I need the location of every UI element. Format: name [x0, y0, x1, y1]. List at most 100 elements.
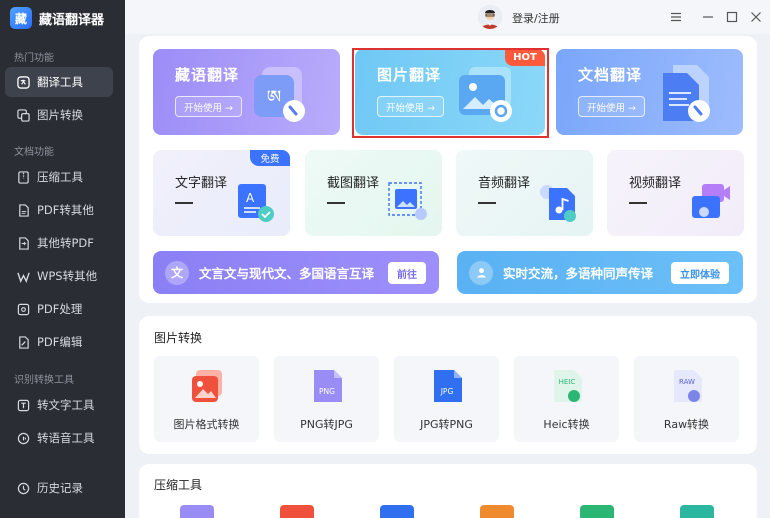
try-now-button[interactable]: 立即体验 — [671, 262, 729, 284]
sidebar-item-to-text[interactable]: 转文字工具 — [5, 390, 113, 420]
pdf-edit-icon — [17, 335, 30, 349]
tool-label: 图片格式转换 — [173, 418, 240, 431]
sidebar: 藏 藏语翻译器 热门功能 翻译工具 图片转换 文档功能 压缩工具 PDF转其他 … — [0, 0, 125, 518]
sidebar-item-pdf-to-other[interactable]: PDF转其他 — [5, 195, 113, 225]
card-dash — [327, 202, 345, 204]
svg-text:JPG: JPG — [440, 387, 454, 396]
card-title: 文档翻译 — [578, 66, 643, 84]
login-register-link[interactable]: 登录/注册 — [512, 10, 560, 26]
heic-convert-tool[interactable]: HEIC Heic转换 — [514, 356, 619, 442]
simultaneous-interpretation-banner[interactable]: 实时交流，多语种同声传译 立即体验 — [457, 251, 743, 294]
card-title: 音频翻译 — [478, 176, 531, 191]
sidebar-item-pdf-edit[interactable]: PDF编辑 — [5, 327, 113, 357]
image-format-convert-tool[interactable]: 图片格式转换 — [154, 356, 259, 442]
sidebar-item-label: PDF处理 — [37, 302, 83, 316]
sidebar-item-label: WPS转其他 — [37, 269, 98, 283]
close-icon[interactable] — [748, 9, 764, 25]
text-convert-icon — [17, 399, 30, 412]
card-title: 视频翻译 — [629, 176, 682, 191]
sidebar-item-pdf-process[interactable]: PDF处理 — [5, 294, 113, 324]
card-title: 藏语翻译 — [175, 66, 240, 84]
audio-file-icon — [540, 185, 576, 222]
audio-translate-card[interactable]: 音频翻译 — [456, 150, 593, 236]
brand: 藏 藏语翻译器 — [10, 6, 104, 30]
compress-tool-peek[interactable] — [180, 505, 214, 518]
minimize-icon[interactable] — [700, 9, 716, 25]
text-document-icon: A — [238, 184, 274, 222]
compress-tool-peek[interactable] — [480, 505, 514, 518]
title-bar: 登录/注册 — [125, 0, 770, 34]
sidebar-item-label: PDF编辑 — [37, 335, 83, 349]
go-button[interactable]: 前往 — [388, 262, 426, 284]
sidebar-item-compress[interactable]: 压缩工具 — [5, 162, 113, 192]
sidebar-section-title: 文档功能 — [14, 147, 54, 158]
sidebar-item-history[interactable]: 历史记录 — [5, 473, 113, 503]
start-button[interactable]: 开始使用 → — [175, 96, 242, 117]
tibetan-translate-card[interactable]: 藏语翻译 开始使用 → ཨ — [153, 49, 340, 135]
jpg-to-png-tool[interactable]: JPG JPG转PNG — [394, 356, 499, 442]
sidebar-item-label: PDF转其他 — [37, 203, 94, 217]
start-button[interactable]: 开始使用 → — [578, 96, 645, 117]
card-dash — [629, 202, 647, 204]
app-logo-icon: 藏 — [10, 7, 32, 29]
video-camera-icon — [692, 184, 730, 218]
raw-convert-tool[interactable]: RAW Raw转换 — [634, 356, 739, 442]
image-translate-card[interactable]: 图片翻译 开始使用 → HOT — [355, 49, 545, 135]
menu-icon[interactable] — [668, 9, 684, 25]
sidebar-item-label: 翻译工具 — [37, 75, 83, 89]
tibetan-translate-icon: ཨ — [254, 67, 305, 122]
banner-text: 文言文与现代文、多国语言互译 — [199, 266, 375, 281]
card-title: 图片翻译 — [377, 66, 442, 84]
sidebar-item-label: 转文字工具 — [37, 398, 95, 412]
video-translate-card[interactable]: 视频翻译 — [607, 150, 744, 236]
compress-tool-peek[interactable] — [380, 505, 414, 518]
compress-tool-peek[interactable] — [580, 505, 614, 518]
card-dash — [175, 202, 193, 204]
svg-text:A: A — [246, 191, 255, 205]
svg-text:HEIC: HEIC — [559, 378, 576, 386]
banner-text: 实时交流，多语种同声传译 — [503, 266, 654, 281]
classical-translate-banner[interactable]: 文 文言文与现代文、多国语言互译 前往 — [153, 251, 439, 294]
file-to-pdf-icon — [17, 236, 30, 250]
free-badge: 免费 — [250, 150, 290, 166]
section-title: 压缩工具 — [154, 478, 203, 492]
compress-tool-peek[interactable] — [280, 505, 314, 518]
document-translate-card[interactable]: 文档翻译 开始使用 → — [556, 49, 743, 135]
card-title: 文字翻译 — [175, 176, 228, 191]
sidebar-item-label: 图片转换 — [37, 108, 83, 122]
sidebar-item-to-voice[interactable]: 转语音工具 — [5, 423, 113, 453]
png-to-jpg-tool[interactable]: PNG PNG转JPG — [274, 356, 379, 442]
app-name: 藏语翻译器 — [39, 12, 105, 28]
wps-icon — [17, 270, 30, 283]
tool-label: JPG转PNG — [420, 418, 473, 431]
sidebar-item-image-convert[interactable]: 图片转换 — [5, 100, 113, 130]
avatar[interactable] — [478, 5, 502, 29]
raw-file-icon: RAW — [674, 370, 702, 402]
svg-text:ཨ: ཨ — [267, 87, 281, 108]
card-title: 截图翻译 — [327, 176, 380, 191]
png-file-icon: PNG — [314, 370, 342, 402]
clock-icon — [17, 482, 30, 495]
pdf-icon — [17, 203, 30, 217]
voice-convert-icon — [17, 432, 30, 445]
image-format-icon — [192, 370, 222, 402]
maximize-icon[interactable] — [724, 9, 740, 25]
start-button[interactable]: 开始使用 → — [377, 96, 444, 117]
screenshot-translate-card[interactable]: 截图翻译 — [305, 150, 442, 236]
text-translate-card[interactable]: 文字翻译 A 免费 — [153, 150, 290, 236]
sidebar-item-label: 其他转PDF — [37, 236, 94, 250]
screenshot-icon — [388, 182, 427, 220]
compress-panel — [139, 464, 757, 518]
sidebar-item-translate[interactable]: 翻译工具 — [5, 67, 113, 97]
user-voice-icon — [469, 260, 493, 285]
translate-icon — [17, 75, 30, 89]
section-title: 图片转换 — [154, 331, 203, 345]
svg-text:RAW: RAW — [679, 378, 695, 386]
compress-tool-peek[interactable] — [680, 505, 714, 518]
sidebar-item-wps-to-other[interactable]: WPS转其他 — [5, 261, 113, 291]
pdf-process-icon — [17, 303, 30, 316]
image-translate-icon — [459, 67, 512, 122]
sidebar-item-other-to-pdf[interactable]: 其他转PDF — [5, 228, 113, 258]
sidebar-item-label: 压缩工具 — [37, 170, 83, 184]
sidebar-section-title: 热门功能 — [14, 53, 54, 64]
